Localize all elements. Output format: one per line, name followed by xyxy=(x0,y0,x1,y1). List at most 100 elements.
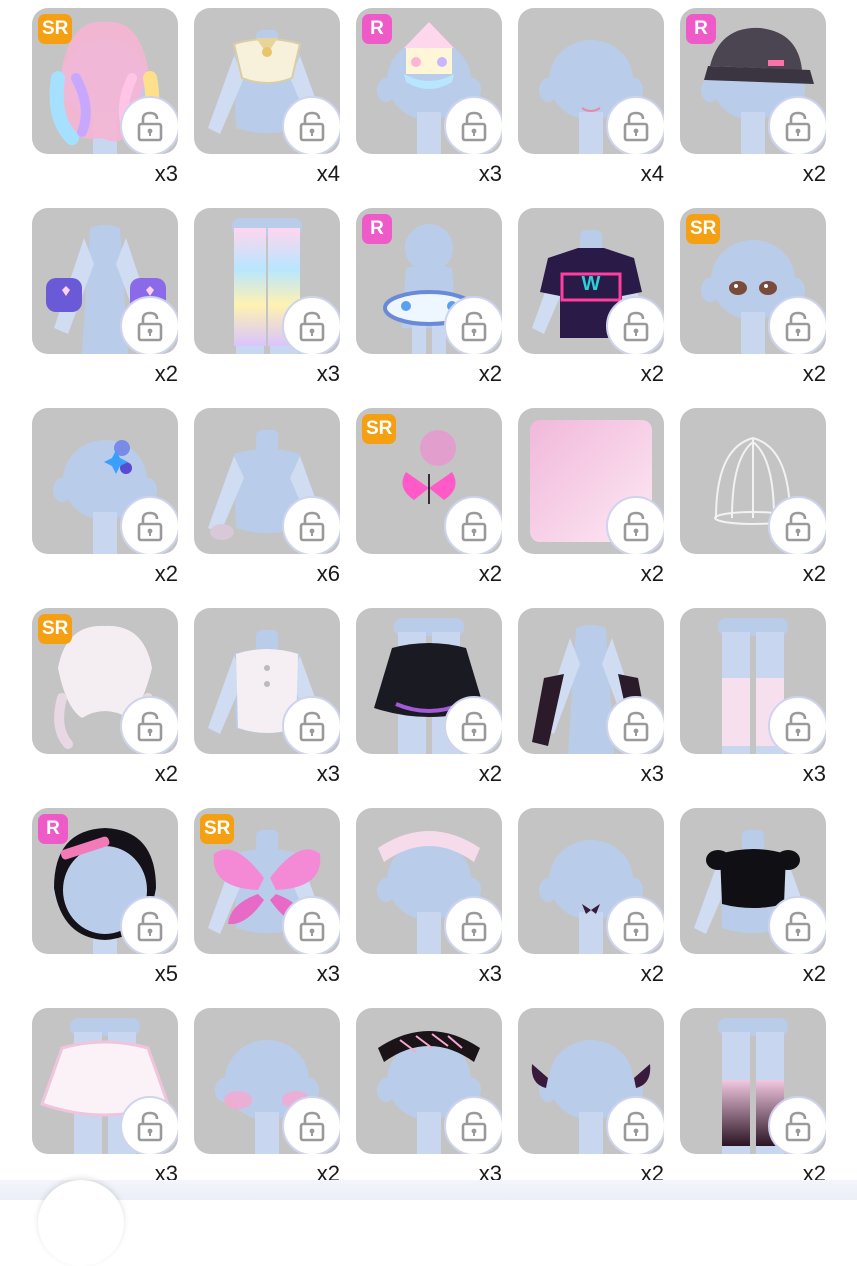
rarity-badge: SR xyxy=(200,814,235,844)
item-tile-black-tutu-skirt[interactable] xyxy=(356,608,502,754)
item-tile-bubble-float-accessory[interactable]: R xyxy=(356,208,502,354)
item-tile-black-cap[interactable]: R xyxy=(680,8,826,154)
padlock-icon xyxy=(461,1111,487,1142)
item-count: x3 xyxy=(316,361,340,386)
lock-button[interactable] xyxy=(768,696,826,754)
lock-button[interactable] xyxy=(768,1096,826,1154)
lock-button[interactable] xyxy=(282,96,340,154)
padlock-icon xyxy=(137,111,163,142)
item-tile-carousel-hat[interactable]: R xyxy=(356,8,502,154)
rarity-badge: SR xyxy=(686,214,721,244)
lock-button[interactable] xyxy=(120,1096,178,1154)
lock-button[interactable] xyxy=(444,496,502,554)
padlock-icon xyxy=(785,311,811,342)
rarity-badge: R xyxy=(362,14,392,44)
lock-button[interactable] xyxy=(444,896,502,954)
lock-button[interactable] xyxy=(606,296,664,354)
item-tile-butterfly-hairclips[interactable] xyxy=(518,1008,664,1154)
padlock-icon xyxy=(137,911,163,942)
item-tile-ombre-leg-warmers[interactable] xyxy=(680,1008,826,1154)
item-tile-purple-heart-gloves[interactable] xyxy=(32,208,178,354)
item-tile-silver-cage-headpiece[interactable] xyxy=(680,408,826,554)
item-tile-white-wavy-hair[interactable]: SR xyxy=(32,608,178,754)
lock-button[interactable] xyxy=(606,1096,664,1154)
inventory-grid: SR x3 x4 R x3 x4 R x2 x2 x3 R x2 W x2 SR… xyxy=(0,0,857,1200)
lock-button[interactable] xyxy=(120,96,178,154)
lock-button[interactable] xyxy=(282,696,340,754)
item-tile-pink-butterfly-wings[interactable]: SR xyxy=(194,808,340,954)
padlock-icon xyxy=(299,311,325,342)
lock-button[interactable] xyxy=(768,896,826,954)
rarity-badge: R xyxy=(38,814,68,844)
item-tile-pink-leg-warmers[interactable] xyxy=(680,608,826,754)
item-count: x3 xyxy=(640,761,664,786)
lock-button[interactable] xyxy=(282,496,340,554)
padlock-icon xyxy=(623,911,649,942)
lock-button[interactable] xyxy=(120,896,178,954)
item-tile-pink-background[interactable] xyxy=(518,408,664,554)
lock-button[interactable] xyxy=(606,896,664,954)
item-count: x2 xyxy=(478,361,502,386)
item-tile-white-petal-skirt[interactable] xyxy=(32,1008,178,1154)
padlock-icon xyxy=(785,1111,811,1142)
item-count: x2 xyxy=(802,161,826,186)
padlock-icon xyxy=(785,911,811,942)
padlock-icon xyxy=(461,111,487,142)
item-count: x3 xyxy=(802,761,826,786)
item-tile-brown-eyes[interactable]: SR xyxy=(680,208,826,354)
item-count: x2 xyxy=(802,361,826,386)
item-tile-rainbow-cloud-leggings[interactable] xyxy=(194,208,340,354)
lock-button[interactable] xyxy=(768,496,826,554)
item-tile-black-arm-warmers[interactable] xyxy=(518,608,664,754)
item-count: x2 xyxy=(802,561,826,586)
item-tile-lace-cuffs[interactable] xyxy=(194,408,340,554)
padlock-icon xyxy=(623,311,649,342)
lock-button[interactable] xyxy=(282,1096,340,1154)
padlock-icon xyxy=(461,311,487,342)
rarity-badge: SR xyxy=(38,614,73,644)
rarity-badge: SR xyxy=(362,414,397,444)
bottom-nav-button[interactable] xyxy=(38,1180,124,1266)
lock-button[interactable] xyxy=(444,696,502,754)
item-tile-pink-braid-headband[interactable] xyxy=(356,808,502,954)
lock-button[interactable] xyxy=(444,296,502,354)
lock-button[interactable] xyxy=(444,96,502,154)
lock-button[interactable] xyxy=(444,1096,502,1154)
item-count: x4 xyxy=(316,161,340,186)
item-tile-white-ruffle-blouse[interactable] xyxy=(194,608,340,754)
item-count: x2 xyxy=(640,561,664,586)
padlock-icon xyxy=(623,1111,649,1142)
lock-button[interactable] xyxy=(768,296,826,354)
lock-button[interactable] xyxy=(120,696,178,754)
bottom-bar xyxy=(0,1180,857,1200)
padlock-icon xyxy=(461,911,487,942)
item-tile-bow-choker[interactable] xyxy=(518,808,664,954)
lock-button[interactable] xyxy=(606,696,664,754)
lock-button[interactable] xyxy=(606,496,664,554)
lock-button[interactable] xyxy=(606,96,664,154)
item-tile-cream-ribbon-collar-top[interactable] xyxy=(194,8,340,154)
item-tile-glowing-butterfly[interactable]: SR xyxy=(356,408,502,554)
lock-button[interactable] xyxy=(282,296,340,354)
item-count: x2 xyxy=(478,561,502,586)
item-tile-space-hairclips[interactable] xyxy=(32,408,178,554)
item-tile-graffiti-tee[interactable]: W xyxy=(518,208,664,354)
item-count: x3 xyxy=(316,961,340,986)
padlock-icon xyxy=(623,711,649,742)
item-tile-black-puff-top[interactable] xyxy=(680,808,826,954)
lock-button[interactable] xyxy=(120,496,178,554)
lock-button[interactable] xyxy=(768,96,826,154)
padlock-icon xyxy=(137,711,163,742)
padlock-icon xyxy=(137,311,163,342)
padlock-icon xyxy=(137,1111,163,1142)
lock-button[interactable] xyxy=(282,896,340,954)
lock-button[interactable] xyxy=(120,296,178,354)
item-tile-black-ruffle-bonnet[interactable]: R xyxy=(32,808,178,954)
item-tile-pastel-rainbow-twintail-hair[interactable]: SR xyxy=(32,8,178,154)
item-tile-black-braid-headband[interactable] xyxy=(356,1008,502,1154)
padlock-icon xyxy=(785,111,811,142)
padlock-icon xyxy=(299,111,325,142)
item-count: x4 xyxy=(640,161,664,186)
item-tile-rosy-cheeks[interactable] xyxy=(194,1008,340,1154)
item-tile-blush-mouth[interactable] xyxy=(518,8,664,154)
